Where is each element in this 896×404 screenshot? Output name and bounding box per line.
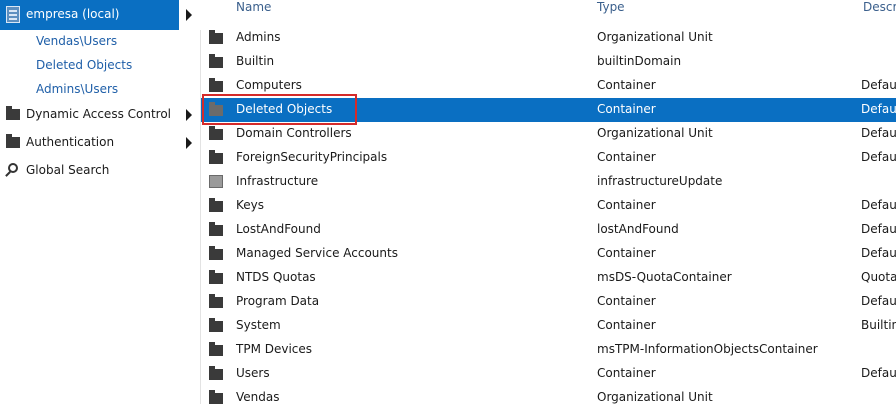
row-type: Container bbox=[597, 198, 656, 212]
row-type: Organizational Unit bbox=[597, 390, 713, 404]
folder-icon bbox=[209, 294, 223, 308]
row-type: Container bbox=[597, 78, 656, 92]
row-name: Users bbox=[236, 366, 270, 380]
folder-icon bbox=[209, 78, 223, 92]
table-row[interactable]: ForeignSecurityPrincipals Container Defaul bbox=[201, 146, 896, 170]
row-description: Defaul bbox=[861, 222, 896, 236]
row-name: Admins bbox=[236, 30, 281, 44]
domain-label: empresa (local) bbox=[26, 7, 120, 21]
folder-icon bbox=[209, 366, 223, 380]
table-row[interactable]: LostAndFound lostAndFound Defaul bbox=[201, 218, 896, 242]
table-row[interactable]: Program Data Container Defaul bbox=[201, 290, 896, 314]
row-description: Defaul bbox=[861, 78, 896, 92]
table-row[interactable]: Vendas Organizational Unit bbox=[201, 386, 896, 404]
nav-item-label: Global Search bbox=[26, 163, 110, 177]
folder-icon bbox=[209, 150, 223, 164]
table-row[interactable]: Keys Container Defaul bbox=[201, 194, 896, 218]
nav-item-dynamic-access-control[interactable]: Dynamic Access Control bbox=[0, 104, 201, 126]
table-row[interactable]: TPM Devices msTPM-InformationObjectsConta… bbox=[201, 338, 896, 362]
row-name: Vendas bbox=[236, 390, 280, 404]
row-description: Defaul bbox=[861, 102, 896, 116]
row-type: infrastructureUpdate bbox=[597, 174, 723, 188]
row-name: TPM Devices bbox=[236, 342, 313, 356]
row-type: Container bbox=[597, 366, 656, 380]
row-description: Defaul bbox=[861, 150, 896, 164]
row-type: Organizational Unit bbox=[597, 126, 713, 140]
row-name: Keys bbox=[236, 198, 265, 212]
row-description: Builtin bbox=[861, 318, 896, 332]
folder-icon bbox=[209, 342, 223, 356]
expand-arrow-icon[interactable] bbox=[179, 0, 201, 30]
row-name: Computers bbox=[236, 78, 302, 92]
chevron-right-icon[interactable] bbox=[186, 137, 192, 149]
row-name: Domain Controllers bbox=[236, 126, 352, 140]
table-row[interactable]: Infrastructure infrastructureUpdate bbox=[201, 170, 896, 194]
folder-icon bbox=[209, 390, 223, 404]
row-name: ForeignSecurityPrincipals bbox=[236, 150, 388, 164]
folder-icon bbox=[209, 198, 223, 212]
column-header-name[interactable]: Name bbox=[236, 0, 271, 14]
row-type: msDS-QuotaContainer bbox=[597, 270, 732, 284]
row-description: Defaul bbox=[861, 126, 896, 140]
row-type: Container bbox=[597, 150, 656, 164]
table-row[interactable]: Admins Organizational Unit bbox=[201, 26, 896, 50]
chevron-right-icon[interactable] bbox=[186, 109, 192, 121]
folder-icon bbox=[209, 54, 223, 68]
row-type: Container bbox=[597, 294, 656, 308]
row-description: Defaul bbox=[861, 294, 896, 308]
folder-icon bbox=[209, 318, 223, 332]
table-row[interactable]: Builtin builtinDomain bbox=[201, 50, 896, 74]
row-name: LostAndFound bbox=[236, 222, 321, 236]
row-description: Quota bbox=[861, 270, 896, 284]
nav-link-vendas-users[interactable]: Vendas\Users bbox=[36, 34, 117, 48]
row-description: Defaul bbox=[861, 246, 896, 260]
infrastructure-icon bbox=[209, 175, 223, 188]
table-row[interactable]: System Container Builtin bbox=[201, 314, 896, 338]
row-type: Container bbox=[597, 318, 656, 332]
nav-item-global-search[interactable]: Global Search bbox=[0, 160, 201, 182]
row-type: lostAndFound bbox=[597, 222, 679, 236]
folder-icon bbox=[6, 134, 20, 148]
column-header-description[interactable]: Descri bbox=[863, 0, 896, 14]
folder-icon bbox=[209, 246, 223, 260]
object-list: Name Type Descri Admins Organizational Un… bbox=[201, 0, 896, 404]
table-row[interactable]: NTDS Quotas msDS-QuotaContainer Quota bbox=[201, 266, 896, 290]
row-description: Defaul bbox=[861, 366, 896, 380]
folder-icon bbox=[209, 222, 223, 236]
row-type: Container bbox=[597, 246, 656, 260]
folder-icon bbox=[209, 270, 223, 284]
column-header-type[interactable]: Type bbox=[597, 0, 625, 14]
row-type: Organizational Unit bbox=[597, 30, 713, 44]
table-row[interactable]: Users Container Defaul bbox=[201, 362, 896, 386]
row-name: Managed Service Accounts bbox=[236, 246, 398, 260]
folder-icon bbox=[209, 126, 223, 140]
nav-item-label: Authentication bbox=[26, 135, 115, 149]
row-name: NTDS Quotas bbox=[236, 270, 316, 284]
row-type: builtinDomain bbox=[597, 54, 682, 68]
row-type: msTPM-InformationObjectsContainer bbox=[597, 342, 818, 356]
table-row[interactable]: Domain Controllers Organizational Unit Def… bbox=[201, 122, 896, 146]
row-name: System bbox=[236, 318, 281, 332]
domain-node[interactable]: empresa (local) bbox=[0, 0, 201, 30]
nav-item-authentication[interactable]: Authentication bbox=[0, 132, 201, 154]
nav-link-deleted-objects[interactable]: Deleted Objects bbox=[36, 58, 132, 72]
folder-icon bbox=[6, 106, 20, 120]
domain-icon bbox=[6, 6, 20, 23]
search-icon bbox=[8, 163, 18, 173]
nav-item-label: Dynamic Access Control bbox=[26, 107, 172, 121]
folder-icon bbox=[209, 30, 223, 44]
highlight-annotation bbox=[202, 94, 357, 125]
navigation-pane: empresa (local) Vendas\Users Deleted Obj… bbox=[0, 0, 201, 404]
row-type: Container bbox=[597, 102, 656, 116]
row-description: Defaul bbox=[861, 198, 896, 212]
table-row[interactable]: Managed Service Accounts Container Defaul bbox=[201, 242, 896, 266]
row-name: Infrastructure bbox=[236, 174, 319, 188]
nav-link-admins-users[interactable]: Admins\Users bbox=[36, 82, 118, 96]
row-name: Builtin bbox=[236, 54, 275, 68]
row-name: Program Data bbox=[236, 294, 320, 308]
